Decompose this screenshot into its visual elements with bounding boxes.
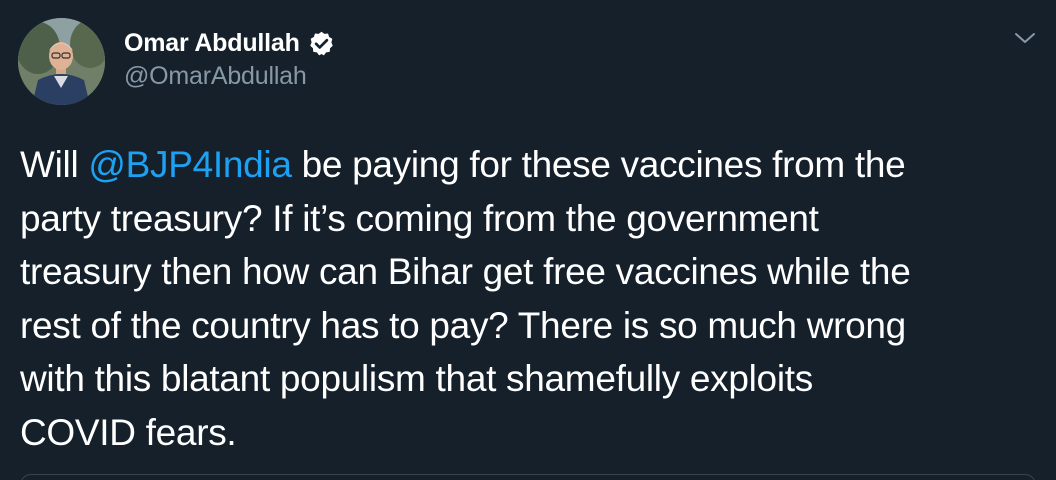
tweet-line: with this blatant populism that shameful… (20, 358, 813, 399)
tweet-text: Will @BJP4India be paying for these vacc… (20, 138, 1030, 459)
author-name[interactable]: Omar Abdullah (124, 29, 300, 58)
tweet-text-segment: be paying for these vaccines from the (291, 144, 906, 185)
tweet-line: party treasury? If it’s coming from the … (20, 197, 819, 239)
author-handle[interactable]: @OmarAbdullah (124, 62, 307, 91)
avatar-photo (18, 18, 105, 105)
tweet-line: treasury then how can Bihar get free vac… (20, 251, 911, 292)
verified-badge-icon (308, 30, 335, 57)
tweet: Omar Abdullah @OmarAbdullah Will @BJP4In… (0, 0, 1056, 480)
author-name-row[interactable]: Omar Abdullah (124, 26, 335, 60)
tweet-line: rest of the country has to pay? There is… (20, 304, 906, 346)
avatar[interactable] (18, 18, 105, 105)
chevron-down-icon[interactable] (1013, 29, 1037, 47)
embedded-card-border[interactable] (20, 474, 1036, 480)
mention-link[interactable]: @BJP4India (88, 144, 292, 185)
tweet-line: COVID fears. (20, 411, 237, 453)
tweet-text-segment: Will (20, 144, 89, 185)
tweet-line: Will @BJP4India be paying for these vacc… (20, 138, 1030, 192)
